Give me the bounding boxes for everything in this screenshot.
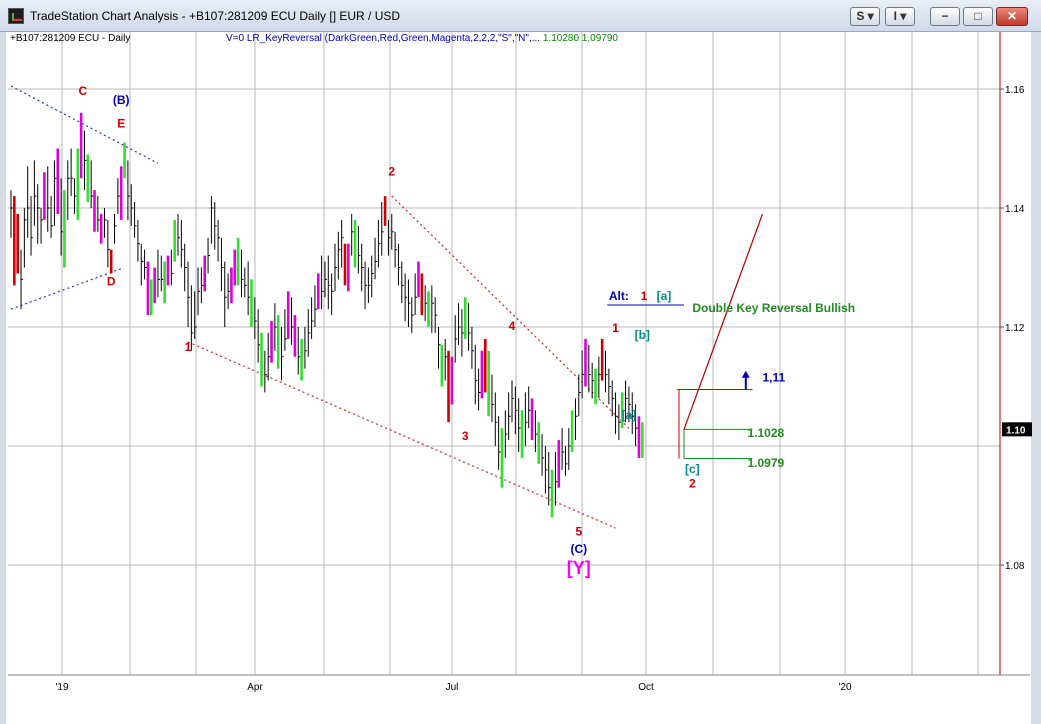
price-bar — [93, 190, 96, 232]
wave-annotation: Double Key Reversal Bullish — [692, 301, 855, 315]
price-bar — [260, 332, 263, 387]
wave-annotation: [a] — [622, 408, 637, 422]
wave-annotation: (C) — [570, 542, 587, 556]
price-bar — [600, 338, 604, 381]
price-tick-label: 1.16 — [1005, 85, 1025, 96]
time-tick-label: '19 — [55, 682, 68, 693]
wave-annotation: [a] — [657, 289, 672, 303]
price-bar — [520, 410, 524, 458]
wave-annotation: (B) — [113, 93, 130, 107]
wave-annotation: C — [78, 84, 87, 98]
price-bar — [86, 154, 90, 203]
wave-annotation: 1,11 — [763, 371, 786, 385]
price-bar — [276, 315, 280, 369]
price-bar — [353, 219, 357, 268]
wave-annotation: D — [107, 274, 116, 288]
right-scrollbar — [1031, 32, 1041, 724]
wave-annotation: [c] — [685, 462, 700, 476]
price-bar — [316, 273, 320, 310]
price-bar — [270, 321, 273, 363]
wave-annotation: [Y] — [567, 558, 591, 578]
price-bar — [203, 255, 207, 292]
price-bar — [13, 196, 16, 286]
wave-annotation: [b] — [635, 328, 650, 342]
wave-annotation: 1 — [185, 340, 192, 354]
price-bar — [463, 297, 467, 339]
price-bar — [637, 416, 641, 458]
left-border — [0, 32, 6, 724]
price-bar — [16, 213, 19, 274]
price-bar — [557, 440, 561, 488]
price-bar — [166, 255, 170, 286]
price-bar — [427, 291, 430, 327]
wave-annotation: E — [117, 117, 125, 131]
price-bar — [550, 469, 554, 518]
wave-annotation: 2 — [388, 164, 395, 178]
wave-annotation: 1 — [612, 321, 619, 335]
wave-annotation: Alt: — [609, 289, 629, 303]
price-tick-label: 1.08 — [1005, 561, 1025, 572]
time-tick-label: Jul — [446, 682, 459, 693]
price-bar — [480, 350, 484, 399]
price-bar — [383, 196, 387, 226]
wave-annotation: 1.0979 — [747, 456, 784, 470]
wave-annotation: 3 — [462, 429, 469, 443]
price-bar — [420, 273, 424, 316]
chart-symbol-label: +B107:281209 ECU - Daily — [10, 33, 131, 44]
price-bar — [417, 261, 420, 298]
price-bar — [483, 338, 487, 393]
wave-annotation: 1.1028 — [747, 426, 784, 440]
price-chart[interactable]: 1.16 1.14 1.12 1.08 1.10 '19 Apr Jul Oct '20 C (B) E… — [0, 0, 1041, 724]
price-bar — [300, 338, 303, 381]
wave-annotation: 1 — [641, 289, 648, 303]
price-bar — [230, 267, 233, 304]
price-bar — [76, 148, 80, 220]
price-bar — [173, 219, 176, 262]
price-bar — [146, 261, 150, 316]
price-bar — [123, 142, 126, 179]
price-bar — [236, 237, 240, 286]
price-bar — [487, 350, 490, 417]
current-price-label: 1.10 — [1006, 425, 1026, 436]
price-bar — [447, 350, 450, 423]
plot-background — [8, 32, 1000, 675]
price-bar — [640, 422, 644, 458]
indicator-value-1: 1.10280 — [542, 33, 580, 44]
price-bar — [286, 291, 290, 339]
indicator-name: V=0 LR_KeyReversal (DarkGreen,Red,Green,… — [226, 33, 541, 44]
indicator-label: V=0 LR_KeyReversal (DarkGreen,Red,Green,… — [226, 33, 618, 44]
price-bar — [109, 249, 113, 274]
time-tick-label: Apr — [247, 682, 263, 693]
price-bar — [500, 428, 504, 488]
price-tick-label: 1.14 — [1005, 204, 1025, 215]
price-bar — [153, 267, 156, 304]
price-bar — [530, 398, 534, 441]
price-bar — [99, 213, 103, 244]
time-tick-label: '20 — [838, 682, 851, 693]
price-bar — [594, 368, 597, 405]
wave-annotation: 5 — [575, 524, 582, 538]
price-bar — [584, 338, 587, 387]
price-bar — [163, 261, 166, 304]
price-bar — [537, 422, 541, 464]
indicator-value-2: 1.09790 — [581, 33, 618, 44]
price-bar — [440, 344, 444, 387]
price-bar — [233, 249, 237, 286]
price-bar — [293, 315, 297, 357]
price-bar — [343, 243, 347, 286]
price-bar — [79, 112, 83, 179]
price-tick-label: 1.12 — [1005, 323, 1025, 334]
price-bar — [250, 279, 253, 327]
price-bar — [119, 166, 123, 220]
price-bar — [149, 279, 153, 316]
price-bar — [570, 410, 574, 452]
wave-annotation: 4 — [509, 319, 516, 333]
price-bar — [63, 190, 66, 268]
time-tick-label: Oct — [638, 682, 654, 693]
price-bar — [347, 243, 350, 292]
price-bar — [450, 356, 454, 405]
price-bar — [56, 148, 60, 214]
wave-annotation: 2 — [689, 477, 696, 491]
price-bar — [43, 172, 46, 220]
